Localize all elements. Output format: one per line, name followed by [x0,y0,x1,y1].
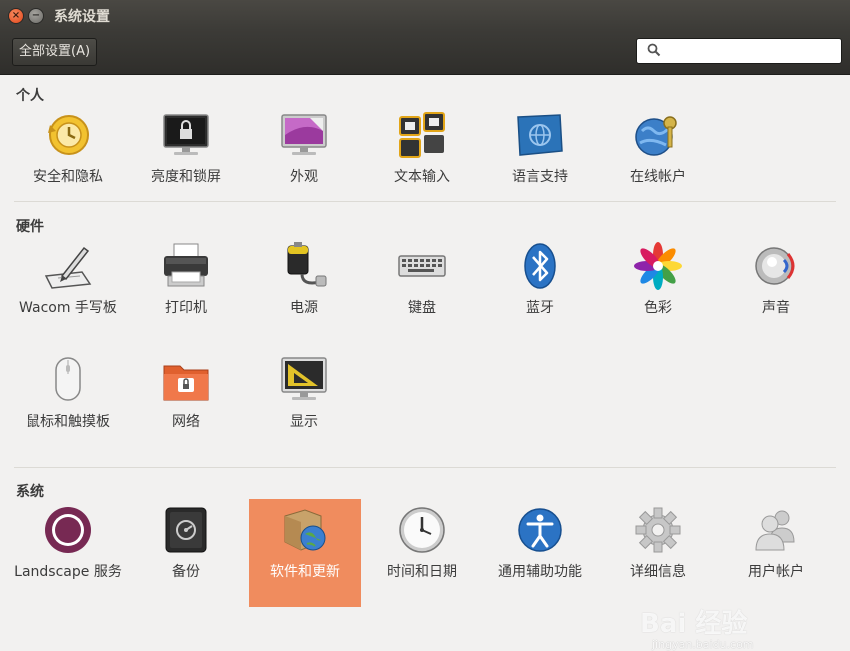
item-label: 软件和更新 [270,564,340,580]
text-entry-icon [399,112,445,158]
item-network[interactable]: 网络 [130,356,242,464]
section-divider [14,201,836,202]
minimize-button[interactable]: − [28,8,44,24]
item-label: 电源 [290,300,318,316]
item-user-accounts[interactable]: 用户帐户 [720,506,832,614]
landscape-icon [45,507,91,553]
item-details[interactable]: 详细信息 [602,506,714,614]
sound-icon [755,247,795,285]
item-label: 打印机 [165,300,207,316]
toolbar: 全部设置(A) [0,30,850,75]
keyboard-icon [398,255,446,277]
item-power[interactable]: 电源 [248,242,360,350]
printer-icon [164,243,208,287]
online-accounts-icon [635,116,677,156]
universal-access-icon [518,508,562,552]
item-sound[interactable]: 声音 [720,242,832,350]
watermark: Bai 经验 [640,609,748,639]
item-label: 安全和隐私 [33,169,103,185]
item-color[interactable]: 色彩 [602,242,714,350]
item-printer[interactable]: 打印机 [130,242,242,350]
item-label: 备份 [172,564,200,580]
item-label: 蓝牙 [526,300,554,316]
item-label: 网络 [172,414,200,430]
watermark-url: jingyan.baidu.com [652,638,754,651]
item-label: 键盘 [408,300,436,316]
window-title: 系统设置 [54,9,110,25]
appearance-icon [281,114,327,155]
power-icon [287,242,327,287]
section-title-hardware: 硬件 [16,219,44,235]
item-label: 色彩 [644,300,672,316]
user-accounts-icon [755,510,795,551]
item-text-entry[interactable]: 文本输入 [366,111,478,219]
bluetooth-icon [524,243,556,289]
search-icon [647,43,661,57]
item-landscape[interactable]: Landscape 服务 [12,506,124,614]
section-title-system: 系统 [16,484,44,500]
time-date-icon [399,507,445,553]
item-label: 文本输入 [394,169,450,185]
item-label: Wacom 手写板 [19,300,117,316]
network-icon [163,365,209,401]
item-universal-access[interactable]: 通用辅助功能 [484,506,596,614]
software-updates-icon [284,509,326,551]
item-security-privacy[interactable]: 安全和隐私 [12,111,124,219]
item-mouse-touchpad[interactable]: 鼠标和触摸板 [12,356,124,464]
language-support-icon [517,114,563,156]
search-input[interactable] [667,41,837,61]
item-label: 语言支持 [512,169,568,185]
item-label: 用户帐户 [748,564,804,580]
color-icon [634,242,682,290]
item-label: Landscape 服务 [14,564,122,580]
close-button[interactable]: × [8,8,24,24]
item-backup[interactable]: 备份 [130,506,242,614]
settings-content: 个人 安全和隐私 亮度和锁屏 外观 文本输入 语言支持 在线帐户 硬件 Waco… [0,75,850,651]
item-appearance[interactable]: 外观 [248,111,360,219]
item-bluetooth[interactable]: 蓝牙 [484,242,596,350]
item-online-accounts[interactable]: 在线帐户 [602,111,714,219]
wacom-tablet-icon [44,246,92,289]
item-label: 通用辅助功能 [498,564,582,580]
item-label: 声音 [762,300,790,316]
item-label: 鼠标和触摸板 [26,414,110,430]
all-settings-button[interactable]: 全部设置(A) [12,38,98,66]
mouse-touchpad-icon [55,357,81,401]
item-keyboard[interactable]: 键盘 [366,242,478,350]
section-title-personal: 个人 [16,88,44,104]
title-bar: × − 系统设置 [0,0,850,30]
item-label: 在线帐户 [630,169,686,185]
item-software-updates[interactable]: 软件和更新 [249,499,361,607]
section-divider [14,467,836,468]
item-label: 亮度和锁屏 [151,169,221,185]
item-time-date[interactable]: 时间和日期 [366,506,478,614]
item-label: 显示 [290,414,318,430]
item-label: 外观 [290,169,318,185]
item-label: 详细信息 [630,564,686,580]
security-privacy-icon [48,115,89,155]
details-icon [635,507,681,553]
item-wacom-tablet[interactable]: Wacom 手写板 [12,242,124,350]
search-box[interactable] [636,38,842,64]
backup-icon [165,507,207,553]
item-display[interactable]: 显示 [248,356,360,464]
item-brightness-lock[interactable]: 亮度和锁屏 [130,111,242,219]
brightness-lock-icon [163,114,209,155]
item-label: 时间和日期 [387,564,457,580]
item-language-support[interactable]: 语言支持 [484,111,596,219]
display-icon [281,357,327,400]
